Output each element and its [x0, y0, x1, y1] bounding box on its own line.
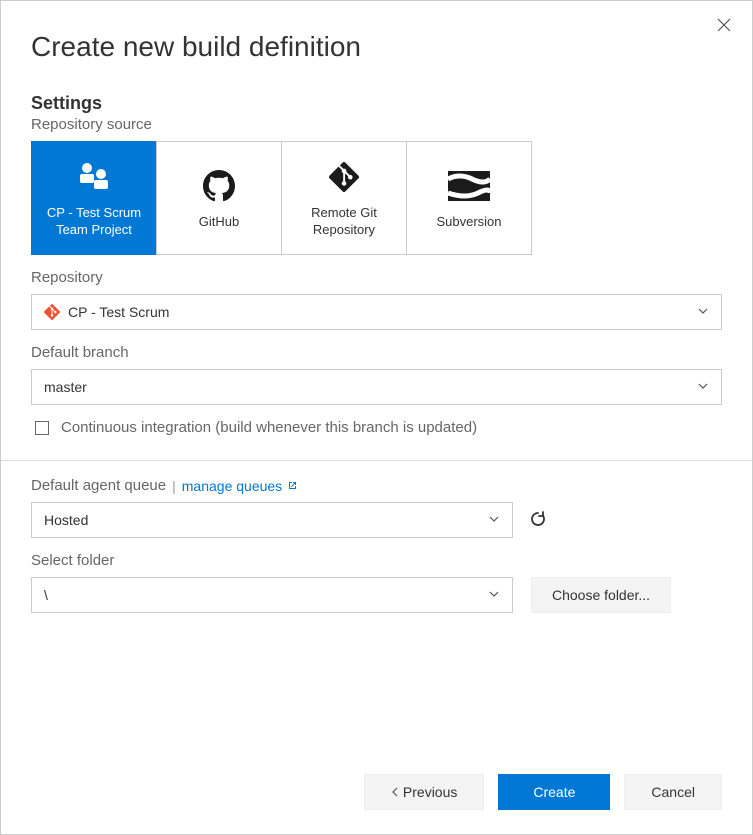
repository-value: CP - Test Scrum — [68, 304, 169, 320]
manage-queues-text: manage queues — [182, 478, 282, 494]
close-icon[interactable] — [712, 13, 736, 42]
ci-checkbox[interactable] — [35, 421, 49, 435]
team-icon — [74, 157, 114, 197]
agent-queue-label: Default agent queue — [31, 477, 166, 494]
previous-label: Previous — [403, 784, 457, 800]
repository-dropdown[interactable]: CP - Test Scrum — [31, 294, 722, 330]
ci-checkbox-row[interactable]: Continuous integration (build whenever t… — [31, 419, 722, 436]
repo-source-label: GitHub — [199, 214, 239, 231]
section-divider — [1, 460, 752, 461]
repo-source-label: Subversion — [436, 214, 501, 231]
repository-source-label: Repository source — [31, 116, 722, 133]
external-link-icon — [286, 480, 298, 492]
repository-label: Repository — [31, 269, 722, 286]
chevron-down-icon — [697, 304, 709, 320]
git-icon — [44, 304, 60, 320]
repo-source-label: CP - Test Scrum Team Project — [38, 205, 150, 239]
repo-source-label: Remote Git Repository — [288, 205, 400, 239]
repo-source-remote-git[interactable]: Remote Git Repository — [281, 141, 407, 255]
separator: | — [172, 478, 176, 494]
subversion-icon — [448, 166, 490, 206]
refresh-button[interactable] — [525, 506, 551, 535]
refresh-icon — [529, 510, 547, 528]
default-branch-label: Default branch — [31, 344, 722, 361]
repository-source-list: CP - Test Scrum Team Project GitHub Remo… — [31, 141, 722, 255]
select-folder-label: Select folder — [31, 552, 722, 569]
chevron-down-icon — [697, 379, 709, 395]
github-icon — [203, 166, 235, 206]
previous-button[interactable]: Previous — [364, 774, 484, 810]
agent-queue-dropdown[interactable]: Hosted — [31, 502, 513, 538]
default-branch-value: master — [44, 379, 87, 395]
cancel-button[interactable]: Cancel — [624, 774, 722, 810]
chevron-left-icon — [391, 787, 399, 797]
create-build-definition-dialog: Create new build definition Settings Rep… — [0, 0, 753, 835]
settings-heading: Settings — [31, 93, 722, 114]
chevron-down-icon — [488, 587, 500, 603]
default-branch-dropdown[interactable]: master — [31, 369, 722, 405]
select-folder-value: \ — [44, 587, 48, 603]
dialog-footer: Previous Create Cancel — [1, 756, 752, 834]
manage-queues-link[interactable]: manage queues — [182, 478, 298, 494]
repo-source-github[interactable]: GitHub — [156, 141, 282, 255]
repo-source-subversion[interactable]: Subversion — [406, 141, 532, 255]
dialog-title: Create new build definition — [1, 1, 752, 93]
git-icon — [329, 157, 359, 197]
select-folder-dropdown[interactable]: \ — [31, 577, 513, 613]
agent-queue-value: Hosted — [44, 512, 88, 528]
repo-source-team-project[interactable]: CP - Test Scrum Team Project — [31, 141, 157, 255]
create-button[interactable]: Create — [498, 774, 610, 810]
choose-folder-button[interactable]: Choose folder... — [531, 577, 671, 613]
chevron-down-icon — [488, 512, 500, 528]
ci-checkbox-label: Continuous integration (build whenever t… — [61, 419, 477, 436]
